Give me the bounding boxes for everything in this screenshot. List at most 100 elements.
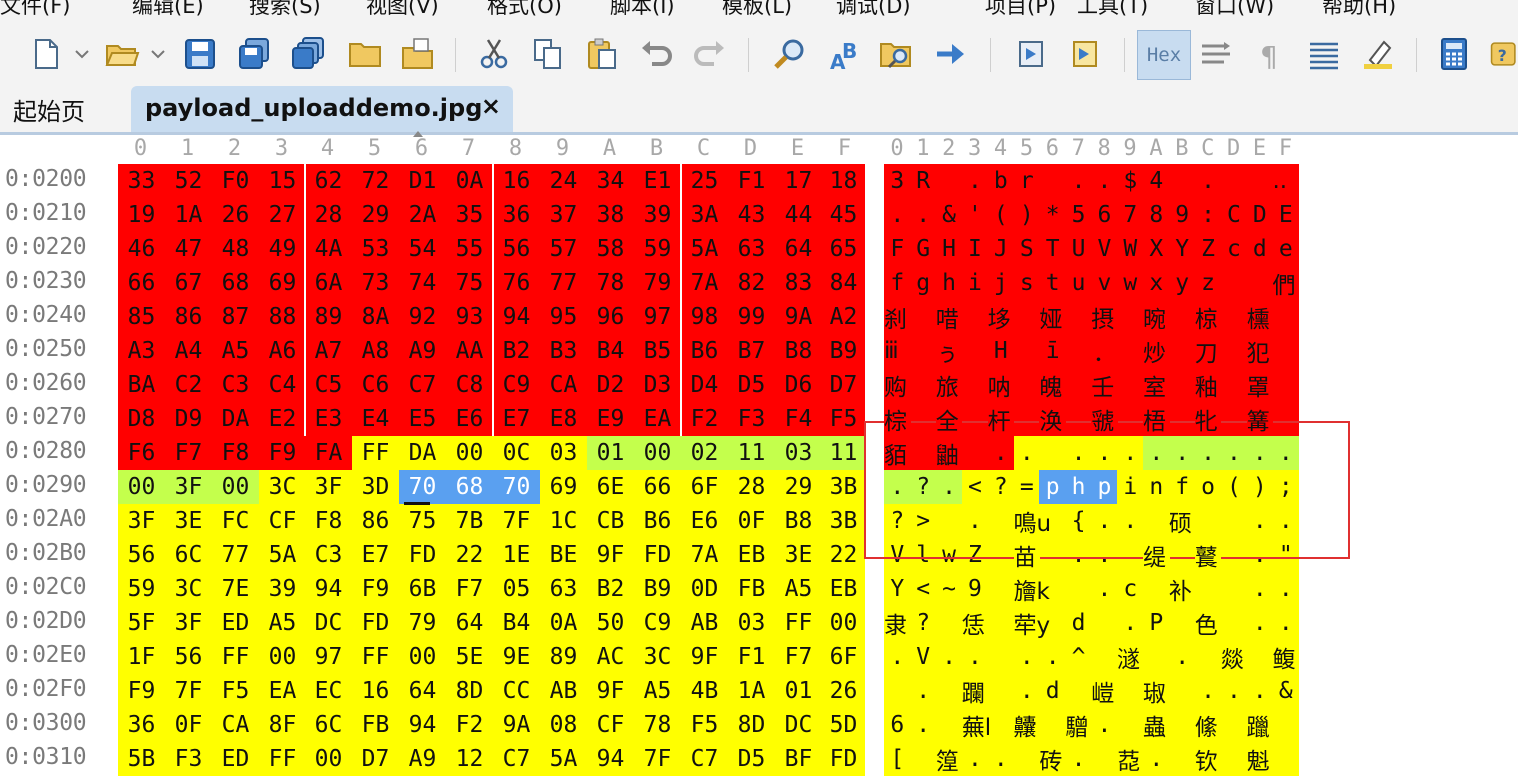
hex-byte-cell[interactable]: F6: [118, 436, 165, 470]
hex-byte-cell[interactable]: F7: [446, 572, 493, 606]
ascii-char-cell[interactable]: 6: [1091, 198, 1118, 232]
hex-byte-cell[interactable]: F7: [165, 436, 212, 470]
hex-byte-cell[interactable]: E3: [305, 402, 352, 436]
hex-byte-cell[interactable]: 5A: [681, 232, 728, 266]
hex-byte-cell[interactable]: 00: [446, 436, 493, 470]
ascii-char-cell[interactable]: .: [1194, 674, 1222, 708]
ascii-char-cell[interactable]: 驓: [1065, 708, 1092, 742]
ascii-char-cell[interactable]: 6: [884, 708, 911, 742]
ascii-char-cell[interactable]: 砖: [1039, 742, 1066, 776]
hex-byte-cell[interactable]: 89: [305, 300, 352, 334]
ascii-char-cell[interactable]: [1039, 164, 1066, 198]
hex-byte-cell[interactable]: 9A: [493, 708, 540, 742]
ascii-char-cell[interactable]: .: [1013, 640, 1040, 674]
hex-byte-cell[interactable]: 36: [493, 198, 540, 232]
ascii-char-cell[interactable]: 涣: [1039, 402, 1066, 436]
find-button[interactable]: [770, 34, 810, 74]
hex-byte-cell[interactable]: AA: [446, 334, 493, 368]
save-as-button[interactable]: [234, 34, 274, 74]
ascii-char-cell[interactable]: .: [1143, 742, 1170, 776]
hex-byte-cell[interactable]: F7: [775, 640, 822, 674]
open-project-button[interactable]: [345, 34, 385, 74]
hex-byte-cell[interactable]: CC: [493, 674, 540, 708]
hex-byte-cell[interactable]: 49: [259, 232, 306, 266]
hex-byte-cell[interactable]: FB: [352, 708, 399, 742]
ascii-char-cell[interactable]: .: [1220, 674, 1248, 708]
hex-byte-cell[interactable]: 85: [118, 300, 165, 334]
ascii-char-cell[interactable]: [1091, 742, 1118, 776]
hex-byte-cell[interactable]: 56: [493, 232, 540, 266]
hex-byte-cell[interactable]: 64: [775, 232, 822, 266]
hex-byte-cell[interactable]: C2: [165, 368, 212, 402]
ascii-char-cell[interactable]: [1168, 742, 1196, 776]
hex-byte-cell[interactable]: B4: [587, 334, 634, 368]
ascii-char-cell[interactable]: [987, 572, 1015, 606]
ascii-char-cell[interactable]: 梧: [1143, 402, 1170, 436]
hex-byte-cell[interactable]: CA: [540, 368, 587, 402]
hex-byte-cell[interactable]: F4: [775, 402, 822, 436]
hex-byte-cell[interactable]: 7F: [634, 742, 681, 776]
ascii-char-cell[interactable]: [987, 640, 1015, 674]
hex-byte-cell[interactable]: 93: [446, 300, 493, 334]
ascii-char-cell[interactable]: y: [1168, 266, 1196, 300]
hex-byte-cell[interactable]: D2: [587, 368, 634, 402]
ascii-char-cell[interactable]: W: [1117, 232, 1144, 266]
hex-byte-cell[interactable]: 1F: [118, 640, 165, 674]
ascii-char-cell[interactable]: .: [884, 640, 911, 674]
hex-byte-cell[interactable]: 5E: [446, 640, 493, 674]
ascii-char-cell[interactable]: ?: [909, 606, 937, 640]
ascii-char-cell[interactable]: .: [1246, 674, 1274, 708]
hex-byte-cell[interactable]: 94: [399, 708, 446, 742]
hex-byte-cell[interactable]: B7: [728, 334, 775, 368]
ascii-char-cell[interactable]: 犯: [1246, 334, 1274, 368]
open-dropdown-button[interactable]: [144, 34, 172, 74]
hex-byte-cell[interactable]: 3B: [822, 504, 865, 538]
ascii-char-cell[interactable]: 刹: [884, 300, 911, 334]
hex-byte-cell[interactable]: A2: [822, 300, 865, 334]
hex-byte-cell[interactable]: DA: [399, 436, 446, 470]
hex-byte-cell[interactable]: 03: [728, 606, 775, 640]
hex-byte-cell[interactable]: FF: [259, 742, 306, 776]
ascii-char-cell[interactable]: [1013, 368, 1040, 402]
hex-byte-cell[interactable]: B8: [775, 334, 822, 368]
hex-byte-cell[interactable]: F0: [212, 164, 259, 198]
hex-byte-cell[interactable]: 8F: [259, 708, 306, 742]
hex-byte-cell[interactable]: 53: [352, 232, 399, 266]
hex-byte-cell[interactable]: 27: [259, 198, 306, 232]
ascii-char-cell[interactable]: 鳆: [1272, 640, 1299, 674]
ascii-char-cell[interactable]: Y: [1168, 232, 1196, 266]
ascii-char-cell[interactable]: ．: [1091, 334, 1118, 368]
hex-byte-cell[interactable]: DC: [775, 708, 822, 742]
hex-byte-cell[interactable]: A3: [118, 334, 165, 368]
hex-byte-cell[interactable]: 97: [305, 640, 352, 674]
ascii-char-cell[interactable]: 9: [1168, 198, 1196, 232]
hex-byte-cell[interactable]: DA: [212, 402, 259, 436]
menu-item-6[interactable]: 模板(L): [722, 0, 792, 20]
menu-item-9[interactable]: 工具(T): [1077, 0, 1148, 20]
hex-byte-cell[interactable]: 7E: [212, 572, 259, 606]
ascii-char-cell[interactable]: U: [1065, 232, 1092, 266]
hex-byte-cell[interactable]: 59: [118, 572, 165, 606]
hex-byte-cell[interactable]: 7A: [681, 266, 728, 300]
ascii-char-cell[interactable]: [1220, 742, 1248, 776]
hex-byte-cell[interactable]: 88: [259, 300, 306, 334]
ascii-char-cell[interactable]: 补: [1168, 572, 1196, 606]
hex-byte-cell[interactable]: 9F: [681, 640, 728, 674]
hex-byte-cell[interactable]: 9A: [775, 300, 822, 334]
ascii-char-cell[interactable]: .: [961, 164, 989, 198]
hex-byte-cell[interactable]: 6F: [822, 640, 865, 674]
hex-byte-cell[interactable]: 77: [212, 538, 259, 572]
ascii-char-cell[interactable]: I: [961, 232, 989, 266]
ascii-char-cell[interactable]: [1039, 708, 1066, 742]
hex-byte-cell[interactable]: FD: [822, 742, 865, 776]
ascii-char-cell[interactable]: 刀: [1194, 334, 1222, 368]
hex-byte-cell[interactable]: F3: [728, 402, 775, 436]
ascii-char-cell[interactable]: [1272, 742, 1299, 776]
hex-byte-cell[interactable]: E6: [446, 402, 493, 436]
hex-byte-cell[interactable]: 12: [446, 742, 493, 776]
hex-byte-cell[interactable]: 9F: [587, 674, 634, 708]
hex-byte-cell[interactable]: AB: [681, 606, 728, 640]
menu-item-2[interactable]: 搜索(S): [249, 0, 321, 20]
ascii-char-cell[interactable]: [1091, 640, 1118, 674]
ascii-char-cell[interactable]: V: [909, 640, 937, 674]
